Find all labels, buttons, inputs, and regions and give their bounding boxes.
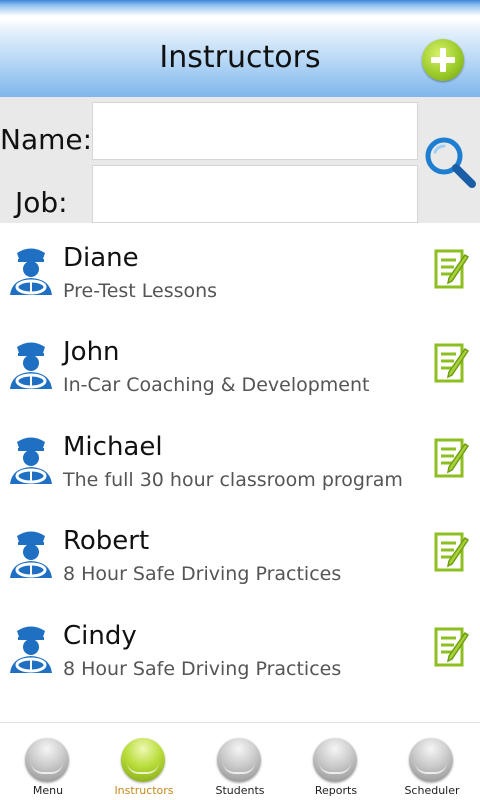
header-bar: Instructors [0,0,480,97]
list-item[interactable]: John In-Car Coaching & Development [0,317,480,412]
tab-label: Instructors [114,784,174,797]
tab-students[interactable]: Students [192,723,288,800]
tab-instructors[interactable]: Instructors [96,723,192,800]
instructor-description: In-Car Coaching & Development [63,374,370,396]
tab-label: Reports [314,784,358,797]
search-button[interactable] [422,134,478,190]
instructor-avatar-icon [10,248,52,295]
instructor-description: The full 30 hour classroom program [63,469,403,491]
job-input[interactable] [92,165,418,223]
edit-icon[interactable] [432,530,472,574]
instructor-name: Cindy [63,621,137,651]
instructor-name: Michael [63,432,163,462]
tab-label: Students [215,784,265,797]
instructor-description: Pre-Test Lessons [63,280,218,302]
tab-scheduler[interactable]: Scheduler [384,723,480,800]
edit-icon[interactable] [432,341,472,385]
scheduler-tab-icon [409,738,453,782]
magnifier-icon [425,137,476,188]
list-item[interactable]: Robert 8 Hour Safe Driving Practices [0,506,480,601]
instructor-description: 8 Hour Safe Driving Practices [63,563,342,585]
job-label: Job: [15,186,68,219]
tab-label: Menu [32,784,64,797]
instructor-avatar-icon [10,626,52,673]
name-input[interactable] [92,102,418,160]
instructor-description: 8 Hour Safe Driving Practices [63,658,342,680]
list-item[interactable]: Cindy 8 Hour Safe Driving Practices [0,601,480,696]
plus-circle-icon [431,48,455,72]
students-tab-icon [217,738,261,782]
tab-label: Scheduler [404,784,460,797]
instructor-name: Robert [63,526,150,556]
edit-icon[interactable] [432,436,472,480]
edit-icon[interactable] [432,247,472,291]
instructor-name: John [63,337,120,367]
instructors-tab-icon [121,738,165,782]
edit-icon[interactable] [432,625,472,669]
search-panel: Name: Job: [0,97,480,223]
list-item[interactable]: Michael The full 30 hour classroom progr… [0,412,480,507]
add-instructor-button[interactable] [422,39,464,81]
name-label: Name: [0,123,93,156]
bottom-tab-bar: Menu Instructors Students Reports Schedu… [0,723,480,800]
tab-reports[interactable]: Reports [288,723,384,800]
instructor-avatar-icon [10,437,52,484]
instructor-name: Diane [63,243,139,273]
menu-tab-icon [25,738,69,782]
page-title: Instructors [159,40,321,75]
list-item[interactable]: Diane Pre-Test Lessons [0,223,480,318]
instructor-avatar-icon [10,342,52,389]
tab-menu[interactable]: Menu [0,723,96,800]
instructor-avatar-icon [10,531,52,578]
reports-tab-icon [313,738,357,782]
